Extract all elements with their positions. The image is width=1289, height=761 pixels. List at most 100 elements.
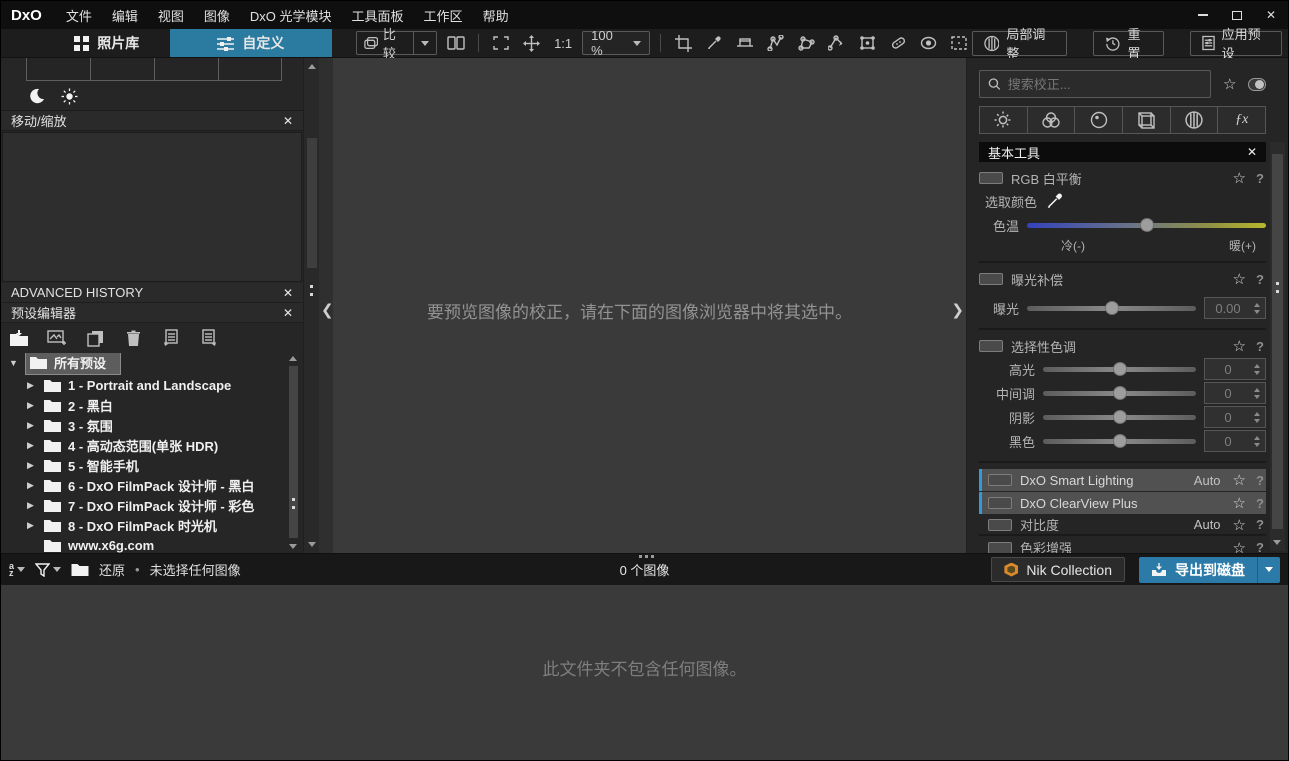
favorite-star-icon[interactable]: ☆ (1233, 169, 1246, 187)
collapse-left-panel-icon[interactable]: ❮ (321, 301, 334, 319)
left-panel-scrollbar[interactable] (303, 58, 319, 553)
tree-row-black-white[interactable]: ▶ 2 - 黑白 (1, 395, 287, 415)
tree-collapsed-icon[interactable]: ▶ (27, 440, 37, 451)
white-balance-picker-button[interactable] (702, 31, 727, 55)
value-stepper[interactable] (1251, 363, 1265, 375)
slider-handle[interactable] (1112, 362, 1127, 376)
tree-collapsed-icon[interactable]: ▶ (27, 380, 37, 391)
search-box[interactable] (979, 70, 1211, 98)
restore-label[interactable]: 还原 (99, 560, 125, 579)
scrollbar-thumb[interactable] (1272, 154, 1283, 529)
highlight-clipping-sun-icon[interactable] (61, 88, 78, 105)
category-detail-tab[interactable] (1075, 106, 1124, 134)
active-corrections-toggle[interactable] (1248, 77, 1266, 91)
compare-dropdown[interactable] (413, 32, 436, 54)
compare-button[interactable]: 比较 (357, 27, 414, 61)
tree-row-atmosphere[interactable]: ▶ 3 - 氛围 (1, 415, 287, 435)
stepper-down-icon[interactable] (1254, 309, 1260, 314)
tree-row-filmpack-color[interactable]: ▶ 7 - DxO FilmPack 设计师 - 彩色 (1, 495, 287, 515)
filter-dropdown[interactable] (35, 562, 62, 577)
crop-tool-button[interactable] (671, 31, 696, 55)
fit-screen-button[interactable] (489, 31, 514, 55)
slider-handle[interactable] (1112, 410, 1127, 424)
value-stepper[interactable] (1251, 387, 1265, 399)
midtones-slider[interactable] (1043, 386, 1196, 400)
sort-dropdown[interactable]: az (9, 561, 26, 577)
preset-tree-scrollbar[interactable] (287, 356, 300, 549)
tree-row-portrait-landscape[interactable]: ▶ 1 - Portrait and Landscape (1, 375, 287, 395)
exposure-slider[interactable] (1027, 301, 1196, 315)
midtones-value-box[interactable]: 0 (1204, 382, 1266, 404)
red-eye-tool-button[interactable] (916, 31, 941, 55)
exposure-value-box[interactable]: 0.00 (1204, 297, 1266, 319)
smart-lighting-row[interactable]: DxO Smart Lighting Auto ☆ ? (979, 469, 1266, 491)
slider-handle[interactable] (1112, 386, 1127, 400)
search-input[interactable] (1007, 76, 1202, 92)
export-to-disk-main[interactable]: 导出到磁盘 (1139, 557, 1257, 583)
stepper-up-icon[interactable] (1254, 435, 1260, 440)
category-light-tab[interactable] (979, 106, 1028, 134)
close-icon[interactable]: ✕ (283, 306, 293, 320)
minimize-button[interactable] (1186, 1, 1220, 29)
apply-preset-button[interactable]: 应用预设 (1189, 27, 1282, 61)
left-panel-divider[interactable]: ❮ (319, 58, 334, 553)
export-preset-button[interactable] (197, 326, 221, 350)
stepper-down-icon[interactable] (1254, 442, 1260, 447)
highlights-value-box[interactable]: 0 (1204, 358, 1266, 380)
tree-collapsed-icon[interactable]: ▶ (27, 520, 37, 531)
menu-image[interactable]: 图像 (194, 6, 240, 25)
value-stepper[interactable] (1251, 411, 1265, 423)
create-preset-from-image-button[interactable] (45, 326, 69, 350)
value-stepper[interactable] (1251, 435, 1265, 447)
scrollbar-thumb[interactable] (289, 366, 298, 538)
control-points-tool-button[interactable] (763, 31, 788, 55)
perspective-tool-button[interactable] (855, 31, 880, 55)
tree-row-www[interactable]: www.x6g.com (1, 535, 287, 553)
pan-button[interactable] (519, 31, 544, 55)
control-polygon-tool-button[interactable] (794, 31, 819, 55)
slider-handle[interactable] (1139, 218, 1154, 232)
new-preset-folder-button[interactable] (7, 326, 31, 350)
repair-tool-button[interactable] (886, 31, 911, 55)
tree-collapsed-icon[interactable]: ▶ (27, 500, 37, 511)
tree-expanded-icon[interactable]: ▼ (9, 358, 19, 368)
zoom-1to1-button[interactable]: 1:1 (550, 36, 576, 51)
selection-tool-button[interactable] (947, 31, 972, 55)
contrast-checkbox[interactable] (988, 518, 1012, 531)
stepper-down-icon[interactable] (1254, 418, 1260, 423)
favorites-filter-star-icon[interactable]: ☆ (1223, 75, 1236, 93)
selective-tone-checkbox[interactable] (979, 340, 1003, 352)
stepper-up-icon[interactable] (1254, 302, 1260, 307)
scroll-up-icon[interactable] (289, 356, 297, 361)
tab-customize[interactable]: 自定义 (170, 29, 332, 57)
smart-lighting-checkbox[interactable] (988, 474, 1012, 486)
menu-file[interactable]: 文件 (56, 6, 102, 25)
nik-collection-button[interactable]: Nik Collection (991, 557, 1125, 582)
filmstrip-resize-grip[interactable] (644, 555, 648, 558)
contrast-row[interactable]: 对比度 Auto ☆ ? (979, 515, 1266, 536)
export-to-disk-button[interactable]: 导出到磁盘 (1139, 556, 1280, 583)
color-picker-eyedropper-icon[interactable] (1045, 192, 1064, 210)
split-view-button[interactable] (443, 31, 468, 55)
close-icon[interactable]: ✕ (1247, 145, 1257, 159)
menu-help[interactable]: 帮助 (473, 6, 519, 25)
menu-view[interactable]: 视图 (148, 6, 194, 25)
tree-row-smartphone[interactable]: ▶ 5 - 智能手机 (1, 455, 287, 475)
blacks-value-box[interactable]: 0 (1204, 430, 1266, 452)
help-icon[interactable]: ? (1254, 496, 1266, 511)
tree-row-all-presets[interactable]: ▼ 所有预设 (1, 353, 287, 375)
tree-row-hdr[interactable]: ▶ 4 - 高动态范围(单张 HDR) (1, 435, 287, 455)
tree-collapsed-icon[interactable]: ▶ (27, 400, 37, 411)
scroll-up-icon[interactable] (308, 64, 316, 69)
import-preset-button[interactable] (159, 326, 183, 350)
shadows-value-box[interactable]: 0 (1204, 406, 1266, 428)
help-icon[interactable]: ? (1254, 171, 1266, 186)
shadow-clipping-moon-icon[interactable] (29, 88, 45, 104)
stepper-down-icon[interactable] (1254, 370, 1260, 375)
scroll-down-icon[interactable] (1273, 540, 1281, 545)
scroll-down-icon[interactable] (308, 542, 316, 547)
stepper-down-icon[interactable] (1254, 394, 1260, 399)
exposure-compensation-checkbox[interactable] (979, 273, 1003, 285)
scrollbar-thumb[interactable] (307, 138, 317, 268)
value-stepper[interactable] (1251, 302, 1265, 314)
